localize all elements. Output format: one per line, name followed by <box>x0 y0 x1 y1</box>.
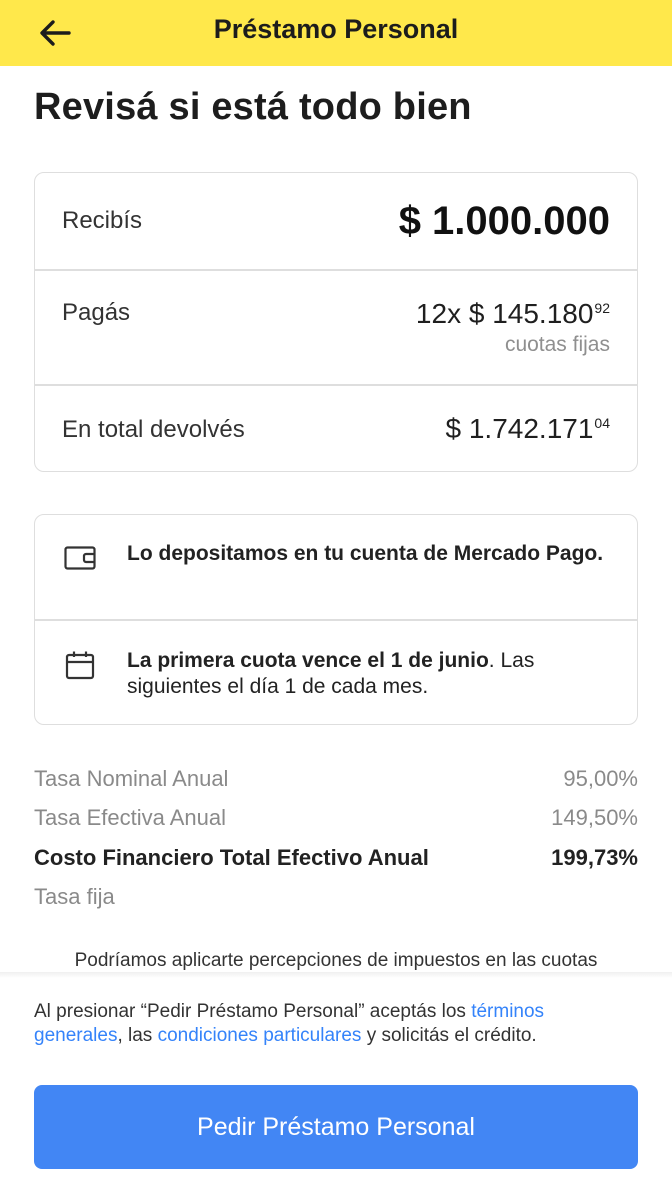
wallet-icon <box>63 542 97 574</box>
rate-label: Tasa fija <box>34 884 115 909</box>
rate-value: 95,00% <box>563 766 638 791</box>
receive-row: Recibís $ 1.000.000 <box>35 173 637 270</box>
legal-prefix: Al presionar “Pedir Préstamo Personal” a… <box>34 1001 472 1022</box>
total-row: En total devolvés $ 1.742.17104 <box>35 385 637 471</box>
pay-label: Pagás <box>62 299 131 326</box>
total-cents: 04 <box>594 415 610 431</box>
scroll-shadow <box>0 972 672 978</box>
calendar-icon <box>63 649 97 681</box>
rate-tna: Tasa Nominal Anual 95,00% <box>34 766 638 792</box>
pay-value: 12x $ 145.18092 <box>416 298 610 330</box>
rate-value: 199,73% <box>551 845 638 870</box>
rate-label: Costo Financiero Total Efectivo Anual <box>34 845 429 870</box>
due-date-highlight: La primera cuota vence el 1 de junio <box>127 649 489 672</box>
rate-label: Tasa Nominal Anual <box>34 766 229 791</box>
header-title: Préstamo Personal <box>213 14 459 44</box>
rate-value: 149,50% <box>551 805 638 830</box>
taxes-note: Podríamos aplicarte percepciones de impu… <box>74 950 598 971</box>
deposit-info: Lo depositamos en tu cuenta de Mercado P… <box>127 542 604 565</box>
total-amount: $ 1.742.171 <box>445 413 594 444</box>
legal-middle: , las <box>117 1025 158 1046</box>
pay-amount: 12x $ 145.180 <box>415 298 594 329</box>
pay-cents: 92 <box>594 300 610 316</box>
total-value: $ 1.742.17104 <box>446 413 611 445</box>
pay-note: cuotas fijas <box>504 333 610 356</box>
request-loan-button[interactable]: Pedir Préstamo Personal <box>34 1085 638 1169</box>
rate-tea: Tasa Efectiva Anual 149,50% <box>34 805 638 831</box>
pay-row: Pagás 12x $ 145.18092 <box>35 270 637 384</box>
due-date-info: La primera cuota vence el 1 de junio. La… <box>127 648 617 700</box>
total-label: En total devolvés <box>62 416 245 443</box>
legal-text: Al presionar “Pedir Préstamo Personal” a… <box>34 1000 638 1048</box>
loan-summary-card: Recibís $ 1.000.000 Pagás 12x $ 145.1809… <box>34 172 638 472</box>
conditions-link[interactable]: condiciones particulares <box>158 1025 362 1046</box>
loan-info-card: Lo depositamos en tu cuenta de Mercado P… <box>34 514 638 725</box>
receive-value: $ 1.000.000 <box>398 199 610 243</box>
page-title: Revisá si está todo bien <box>34 86 472 128</box>
rate-label: Tasa Efectiva Anual <box>34 805 227 830</box>
receive-label: Recibís <box>62 207 143 234</box>
divider <box>35 619 637 621</box>
top-bar: Préstamo Personal <box>0 0 672 66</box>
rate-cftea: Costo Financiero Total Efectivo Anual 19… <box>34 845 638 871</box>
rate-fixed: Tasa fija <box>34 884 638 910</box>
legal-suffix: y solicitás el crédito. <box>361 1025 537 1046</box>
